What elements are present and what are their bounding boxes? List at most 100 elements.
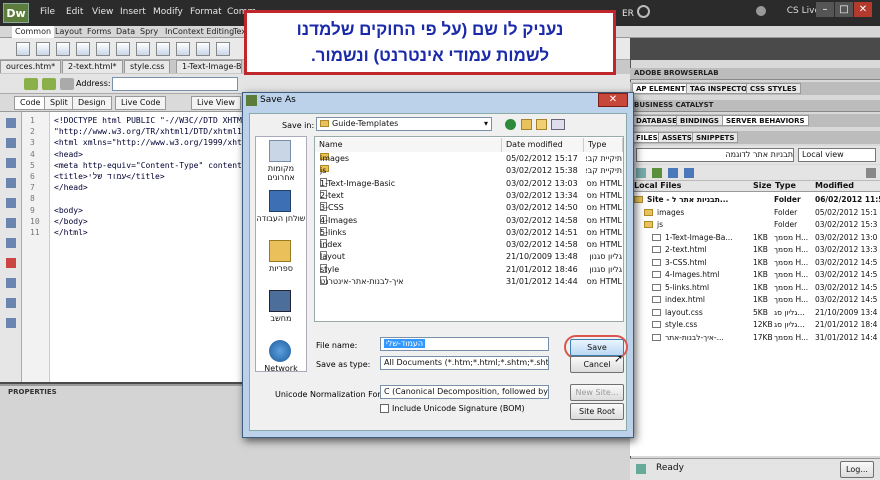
col-date-modified[interactable]: Date modified <box>502 138 584 152</box>
open-documents-icon[interactable] <box>6 118 16 128</box>
browserlab-panel-header[interactable]: ADOBE BROWSERLAB <box>630 68 880 80</box>
dialog-file-row[interactable]: js 03/02/2012 15:38 תיקיית קבצים <box>316 165 622 177</box>
dialog-file-row[interactable]: 4-Images 03/02/2012 14:58 HTML מסמך <box>316 214 622 227</box>
menu-format[interactable]: Format <box>190 7 222 17</box>
line-numbers-icon[interactable] <box>6 238 16 248</box>
code-line[interactable]: <body> <box>54 206 83 215</box>
menu-modify[interactable]: Modify <box>153 7 183 17</box>
insert-tab-incontext[interactable]: InContext Editing <box>162 26 237 38</box>
dialog-file-row[interactable]: images 05/02/2012 15:17 תיקיית קבצים <box>316 153 622 165</box>
new-folder-icon[interactable] <box>536 119 547 130</box>
file-row[interactable]: style.css 12KB גליון סג... 21/01/2012 18:4 <box>630 319 880 331</box>
apply-comment-icon[interactable] <box>6 278 16 288</box>
file-row[interactable]: 1-Text-Image-Ba... 1KB מסמך H... 03/02/2012… <box>630 232 880 244</box>
live-code-button[interactable]: Live Code <box>115 96 167 110</box>
remove-comment-icon[interactable] <box>6 298 16 308</box>
new-site-button[interactable]: New Site... <box>570 384 624 401</box>
code-line[interactable]: "http://www.w3.org/TR/xhtml1/DTD/xhtml1 <box>54 127 242 136</box>
menu-insert[interactable]: Insert <box>120 7 146 17</box>
log-button[interactable]: Log... <box>840 461 874 478</box>
refresh-icon[interactable] <box>60 78 74 90</box>
file-row[interactable]: js Folder 03/02/2012 15:3 <box>630 219 880 231</box>
image-icon[interactable] <box>116 42 130 56</box>
dialog-file-row[interactable]: style 21/01/2012 18:46 גליון סגנון <box>316 263 622 276</box>
insert-tab-spry[interactable]: Spry <box>137 26 161 38</box>
doc-tab[interactable]: style.css <box>124 60 171 73</box>
file-row[interactable]: Site - תבניות אתר ל... Folder 06/02/2012 1… <box>630 194 880 206</box>
place-recent[interactable]: מקומות אחרונים <box>255 164 307 182</box>
desktop-icon[interactable] <box>269 190 291 212</box>
maximize-icon[interactable]: □ <box>835 2 853 17</box>
file-row[interactable]: 2-text.html 1KB מסמך H... 03/02/2012 13:3 <box>630 244 880 256</box>
insert-tab-common[interactable]: Common <box>12 26 55 38</box>
live-view-button[interactable]: Live View <box>191 96 241 110</box>
collapse-tag-icon[interactable] <box>6 158 16 168</box>
code-line[interactable]: <meta http-equiv="Content-Type" content <box>54 161 242 170</box>
code-line[interactable]: <html xmlns="http://www.w3.org/1999/xht <box>54 138 242 147</box>
dialog-close-button[interactable]: ✕ <box>598 93 628 107</box>
business-catalyst-header[interactable]: BUSINESS CATALYST <box>630 100 880 112</box>
head-icon[interactable] <box>216 42 230 56</box>
email-link-icon[interactable] <box>36 42 50 56</box>
code-line[interactable]: </body> <box>54 217 88 226</box>
close-icon[interactable]: ✕ <box>854 2 872 17</box>
server-include-icon[interactable] <box>176 42 190 56</box>
back-arrow-icon[interactable] <box>505 119 516 130</box>
select-parent-tag-icon[interactable] <box>6 198 16 208</box>
file-row[interactable]: איך-לבנות-אתר-... 17KB מסמך H... 31/01/2012… <box>630 332 880 344</box>
view-menu-icon[interactable] <box>551 119 565 130</box>
address-input[interactable] <box>112 77 238 91</box>
file-row[interactable]: layout.css 5KB גליון סג... 21/10/2009 13:4 <box>630 307 880 319</box>
col-local-files[interactable]: Local Files <box>634 181 681 190</box>
up-folder-icon[interactable] <box>521 119 532 130</box>
table-icon[interactable] <box>76 42 90 56</box>
code-line[interactable]: <title>עמוד שלי</title> <box>54 172 165 182</box>
unicode-form-select[interactable]: C (Canonical Decomposition, followed by … <box>380 385 549 399</box>
place-desktop[interactable]: שולחן העבודה <box>255 214 307 223</box>
col-modified[interactable]: Modified <box>815 181 854 190</box>
search-icon[interactable] <box>637 5 650 18</box>
dialog-file-row[interactable]: 5-links 03/02/2012 14:51 HTML מסמך <box>316 226 622 239</box>
code-line[interactable]: </html> <box>54 228 88 237</box>
insert-tab-data[interactable]: Data <box>113 26 138 38</box>
dialog-file-row[interactable]: index 03/02/2012 14:58 HTML מסמך <box>316 239 622 251</box>
menu-edit[interactable]: Edit <box>66 7 83 17</box>
dialog-file-row[interactable]: 1-Text-Image-Basic 03/02/2012 13:03 HTML מ… <box>316 177 622 190</box>
network-icon[interactable] <box>269 340 291 362</box>
code-line[interactable]: <head> <box>54 150 83 159</box>
expand-all-icon[interactable] <box>6 178 16 188</box>
file-row[interactable]: index.html 1KB מסמך H... 03/02/2012 14:5 <box>630 294 880 306</box>
comment-icon[interactable] <box>196 42 210 56</box>
save-as-type-select[interactable]: All Documents (*.htm;*.html;*.shtm;*.sht… <box>380 356 549 370</box>
dialog-file-row[interactable]: layout 21/10/2009 13:48 גליון סגנון <box>316 251 622 263</box>
design-view-button[interactable]: Design <box>72 96 112 110</box>
refresh-files-icon[interactable] <box>652 168 662 178</box>
code-view-button[interactable]: Code <box>14 96 47 110</box>
file-row[interactable]: images Folder 05/02/2012 15:1 <box>630 207 880 219</box>
tab-assets[interactable]: ASSETS <box>658 132 696 143</box>
dialog-file-row[interactable]: איך-לבנות-אתר-אינטרנט 31/01/2012 14:44 HTM… <box>316 276 622 288</box>
save-in-select[interactable]: Guide-Templates <box>316 117 492 131</box>
doc-tab[interactable]: 1-Text-Image-Basic <box>176 60 242 73</box>
cs-live-label[interactable]: CS Live <box>787 6 820 16</box>
insert-tab-layout[interactable]: Layout <box>52 26 85 38</box>
file-row[interactable]: 5-links.html 1KB מסמך H... 03/02/2012 14:5 <box>630 282 880 294</box>
code-line[interactable]: </head> <box>54 183 88 192</box>
forward-icon[interactable] <box>42 78 56 90</box>
media-icon[interactable] <box>136 42 150 56</box>
wrap-tag-icon[interactable] <box>6 318 16 328</box>
back-icon[interactable] <box>24 78 38 90</box>
site-root-button[interactable]: Site Root <box>570 403 624 420</box>
doc-tab[interactable]: 2-text.html* <box>62 60 123 73</box>
code-line[interactable]: <!DOCTYPE html PUBLIC "-//W3C//DTD XHTM <box>54 116 242 125</box>
place-network[interactable]: Network <box>255 364 307 372</box>
balance-braces-icon[interactable] <box>6 218 16 228</box>
connect-icon[interactable] <box>636 168 646 178</box>
col-type[interactable]: Type <box>584 138 623 152</box>
get-files-icon[interactable] <box>668 168 678 178</box>
place-computer[interactable]: מחשב <box>255 314 307 323</box>
split-view-button[interactable]: Split <box>44 96 74 110</box>
tab-bindings[interactable]: BINDINGS <box>676 115 723 126</box>
dialog-file-row[interactable]: 3-CSS 03/02/2012 14:50 HTML מסמך <box>316 202 622 214</box>
dialog-file-row[interactable]: 2-text 03/02/2012 13:34 HTML מסמך <box>316 189 622 202</box>
